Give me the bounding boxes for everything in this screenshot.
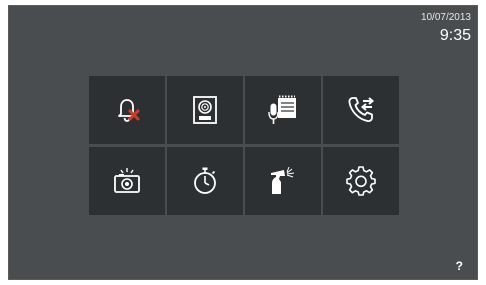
device-screen: 10/07/2013 9:35 ? (8, 5, 478, 280)
bell-muted-icon (118, 99, 140, 122)
intercom-camera-icon (193, 96, 217, 124)
call-transfer-icon (348, 97, 375, 122)
cleaning-spray-icon (271, 166, 295, 194)
help-button[interactable]: ? (456, 259, 463, 273)
gear-icon (346, 166, 376, 196)
tile-cleaning-spray[interactable] (245, 147, 321, 215)
tile-settings[interactable] (323, 147, 399, 215)
date-display: 10/07/2013 (420, 12, 471, 23)
tile-stopwatch[interactable] (167, 147, 243, 215)
tile-call-transfer[interactable] (323, 76, 399, 144)
tile-bell-muted[interactable] (89, 76, 165, 144)
stopwatch-icon (194, 167, 216, 194)
time-display: 9:35 (439, 27, 471, 44)
camera-snapshot-icon (114, 168, 140, 193)
main-menu-grid (89, 76, 401, 216)
status-area: 10/07/2013 9:35 (421, 12, 471, 46)
tile-intercom-camera[interactable] (167, 76, 243, 144)
voice-memo-icon (268, 95, 296, 124)
tile-camera-snapshot[interactable] (89, 147, 165, 215)
tile-voice-memo[interactable] (245, 76, 321, 144)
